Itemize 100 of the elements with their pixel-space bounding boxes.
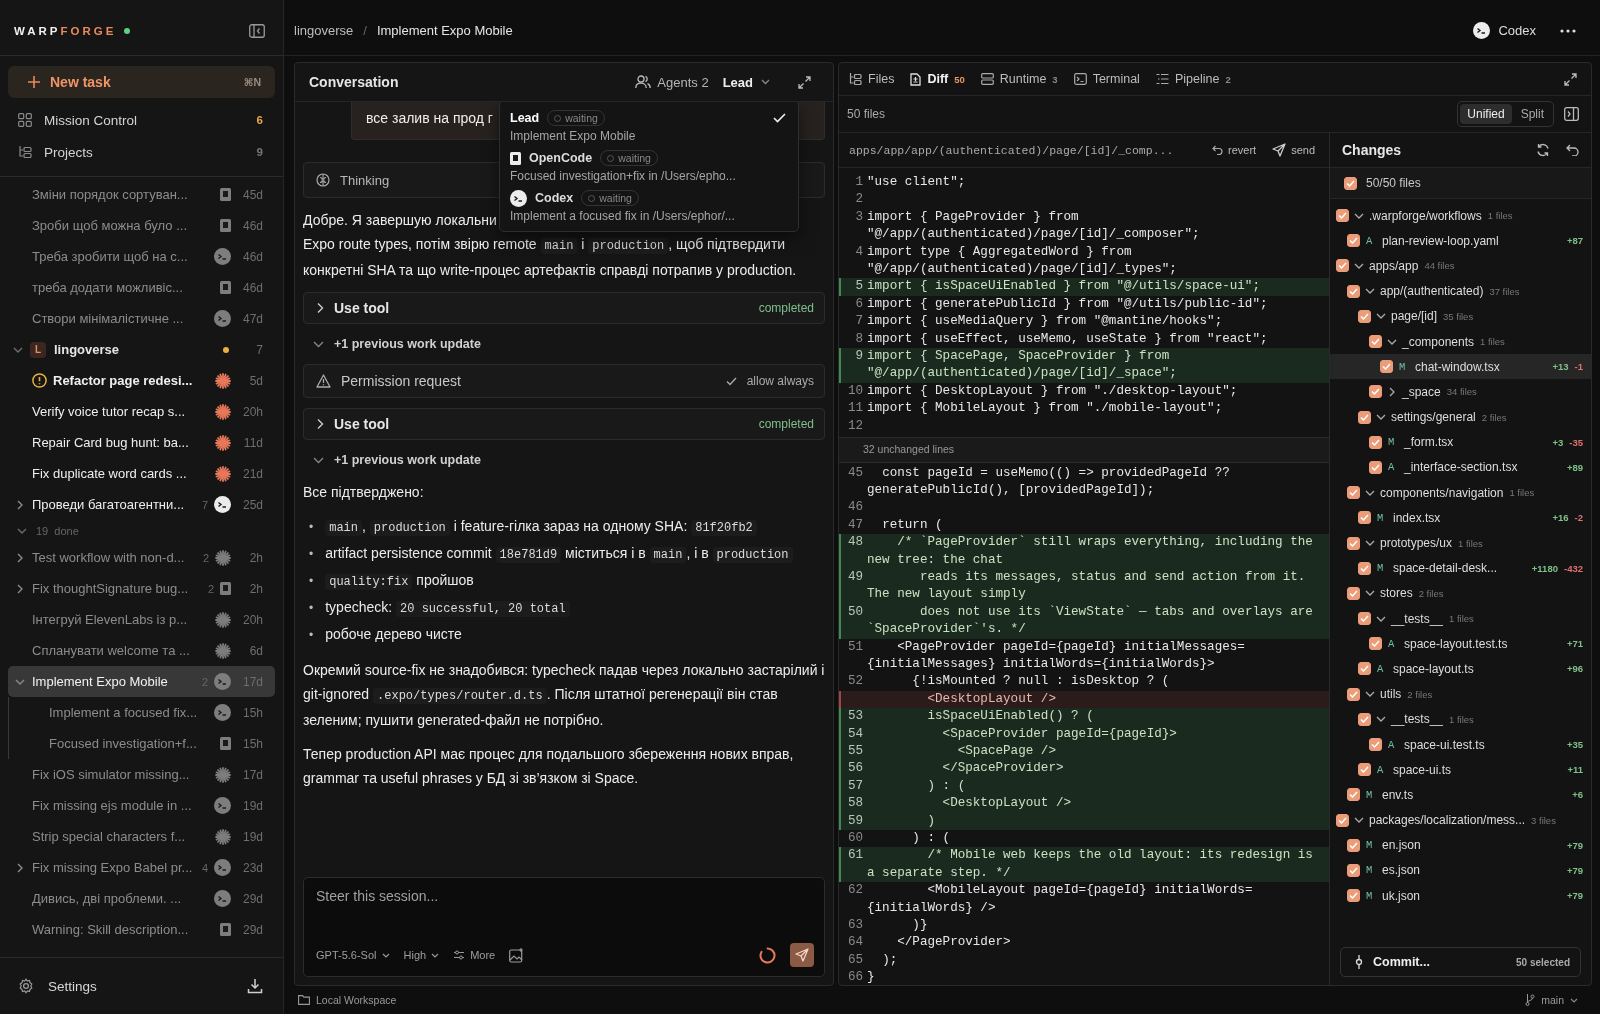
send-button[interactable]: send [1272, 143, 1315, 157]
chevron-icon[interactable] [16, 499, 24, 510]
checkbox[interactable] [1347, 863, 1360, 877]
file-tree-row[interactable]: _components 1 files [1330, 328, 1591, 355]
panel-tab[interactable]: Diff 50 [904, 63, 971, 95]
task-item[interactable]: Треба зробити щоб на с... 46d [8, 241, 275, 272]
file-tree-row[interactable]: __tests__ 1 files [1330, 706, 1591, 732]
panel-tab[interactable]: Terminal [1067, 63, 1146, 95]
task-item[interactable]: Fix missing ejs module in ... 19d [8, 790, 275, 821]
permission-row[interactable]: Permission request allow always [303, 364, 825, 398]
file-tree-row[interactable]: M space-detail-desk... +1180 -432 [1330, 555, 1591, 581]
chevron-icon[interactable] [16, 583, 24, 594]
agent-button[interactable]: Codex [1473, 22, 1536, 39]
task-item[interactable]: Зміни порядок сортуван... 45d [8, 179, 275, 210]
file-tree-row[interactable]: M _form.tsx +3 -35 [1330, 429, 1591, 455]
expand-icon[interactable] [798, 75, 811, 89]
checkbox[interactable] [1369, 637, 1382, 651]
panel-tab[interactable]: Pipeline 2 [1149, 63, 1237, 95]
file-tree-row[interactable]: M es.json +79 [1330, 857, 1591, 884]
task-item[interactable]: Fix duplicate word cards ... 21d [8, 458, 275, 489]
checkbox[interactable] [1336, 813, 1349, 827]
checkbox[interactable] [1358, 763, 1371, 777]
task-item[interactable]: Implement a focused fix... 15h [8, 697, 275, 728]
checkbox[interactable] [1347, 889, 1360, 903]
chevron-icon[interactable] [17, 527, 27, 535]
chevron-icon[interactable] [1365, 539, 1375, 548]
file-tree-row[interactable]: A plan-review-loop.yaml +87 [1330, 228, 1591, 254]
undo-icon[interactable] [1566, 144, 1579, 156]
task-item[interactable]: Спланувати welcome та ... 6d [8, 635, 275, 666]
task-item[interactable]: Test workflow with non-d... 2 2h [8, 542, 275, 573]
checkbox[interactable] [1358, 612, 1371, 626]
panel-tab[interactable]: Runtime 3 [974, 63, 1064, 95]
chevron-icon[interactable] [1365, 589, 1375, 598]
file-tree-row[interactable]: M uk.json +79 [1330, 883, 1591, 909]
chevron-icon[interactable] [13, 345, 23, 354]
checkbox[interactable] [1347, 536, 1360, 550]
file-tree-row[interactable]: apps/app 44 files [1330, 253, 1591, 279]
task-item[interactable]: Створи мінімалістичне ... 47d [8, 303, 275, 334]
tool-call-row[interactable]: Use tool completed [303, 292, 825, 324]
task-item[interactable]: Refactor page redesi... 5d [8, 365, 275, 396]
chevron-icon[interactable] [1376, 312, 1386, 321]
checkbox[interactable] [1336, 209, 1349, 223]
nav-item[interactable]: Projects 9 [0, 136, 283, 168]
task-item[interactable]: Зроби щоб можна було ... 46d [8, 210, 275, 241]
panel-tab[interactable]: Files [843, 63, 901, 95]
checkbox[interactable] [1358, 712, 1371, 726]
checkbox[interactable] [1336, 259, 1349, 273]
chevron-icon[interactable] [16, 552, 24, 563]
checkbox[interactable] [1369, 385, 1382, 399]
task-item[interactable]: Дивись, дві проблеми. ... 29d [8, 883, 275, 914]
chevron-icon[interactable] [1388, 386, 1396, 397]
chevron-icon[interactable] [1387, 337, 1397, 346]
checkbox[interactable] [1358, 511, 1371, 525]
file-tree-row[interactable]: A space-layout.test.ts +71 [1330, 631, 1591, 657]
file-tree-row[interactable]: M index.tsx +16 -2 [1330, 505, 1591, 531]
chevron-icon[interactable] [1354, 261, 1364, 270]
agents-button[interactable]: Agents 2 [635, 74, 709, 90]
checkbox[interactable] [1358, 309, 1371, 323]
file-tree-row[interactable]: A space-ui.ts +11 [1330, 757, 1591, 783]
file-tree-row[interactable]: utils 2 files [1330, 681, 1591, 707]
task-item[interactable]: Warning: Skill description... 29d [8, 914, 275, 945]
sidebar-toggle-icon[interactable] [249, 23, 265, 38]
file-tree-row[interactable]: packages/localization/mess... 3 files [1330, 807, 1591, 833]
chevron-icon[interactable] [1365, 690, 1375, 699]
chevron-icon[interactable] [15, 677, 25, 686]
work-update-toggle[interactable]: +1 previous work update [303, 334, 825, 354]
new-task-button[interactable]: New task ⌘N [8, 66, 275, 98]
checkbox[interactable] [1369, 435, 1382, 449]
checkbox[interactable] [1347, 838, 1360, 852]
checkbox[interactable] [1347, 687, 1360, 701]
checkbox[interactable] [1358, 662, 1371, 676]
task-item[interactable]: Fix iOS simulator missing... 17d [8, 759, 275, 790]
checkbox[interactable] [1358, 410, 1371, 424]
checkbox[interactable] [1347, 788, 1360, 802]
chevron-icon[interactable] [16, 862, 24, 873]
file-tree-row[interactable]: A space-layout.ts +96 [1330, 656, 1591, 682]
chevron-icon[interactable] [1376, 715, 1386, 724]
collapsed-lines-row[interactable]: 32 unchanged lines [839, 437, 1329, 463]
breadcrumb-link[interactable]: lingoverse [294, 23, 354, 38]
checkbox[interactable] [1369, 335, 1382, 349]
image-add-icon[interactable] [509, 947, 525, 963]
checkbox[interactable] [1347, 234, 1360, 248]
file-tree-row[interactable]: settings/general 2 files [1330, 404, 1591, 430]
checkbox[interactable] [1358, 561, 1371, 575]
tool-call-row[interactable]: Use tool completed [303, 408, 825, 440]
model-dropdown[interactable]: GPT-5.6-Sol [316, 949, 390, 961]
revert-button[interactable]: revert [1212, 144, 1257, 156]
chevron-icon[interactable] [1365, 488, 1375, 497]
task-item[interactable]: Інтегруй ElevenLabs із р... 20h [8, 604, 275, 635]
chevron-icon[interactable] [1354, 211, 1364, 220]
task-item[interactable]: Fix missing Expo Babel pr... 4 23d [8, 852, 275, 883]
nav-item[interactable]: Mission Control 6 [0, 104, 283, 136]
expand-icon[interactable] [1564, 72, 1577, 86]
send-button[interactable] [790, 943, 814, 967]
file-tree-row[interactable]: .warpforge/workflows 1 files [1330, 203, 1591, 229]
file-tree-row[interactable]: M chat-window.tsx +13 -1 [1330, 354, 1591, 380]
chevron-icon[interactable] [1354, 816, 1364, 825]
file-tree-row[interactable]: M en.json +79 [1330, 832, 1591, 858]
file-tree-row[interactable]: A _interface-section.tsx +89 [1330, 454, 1591, 481]
project-name[interactable]: lingoverse [54, 342, 215, 357]
